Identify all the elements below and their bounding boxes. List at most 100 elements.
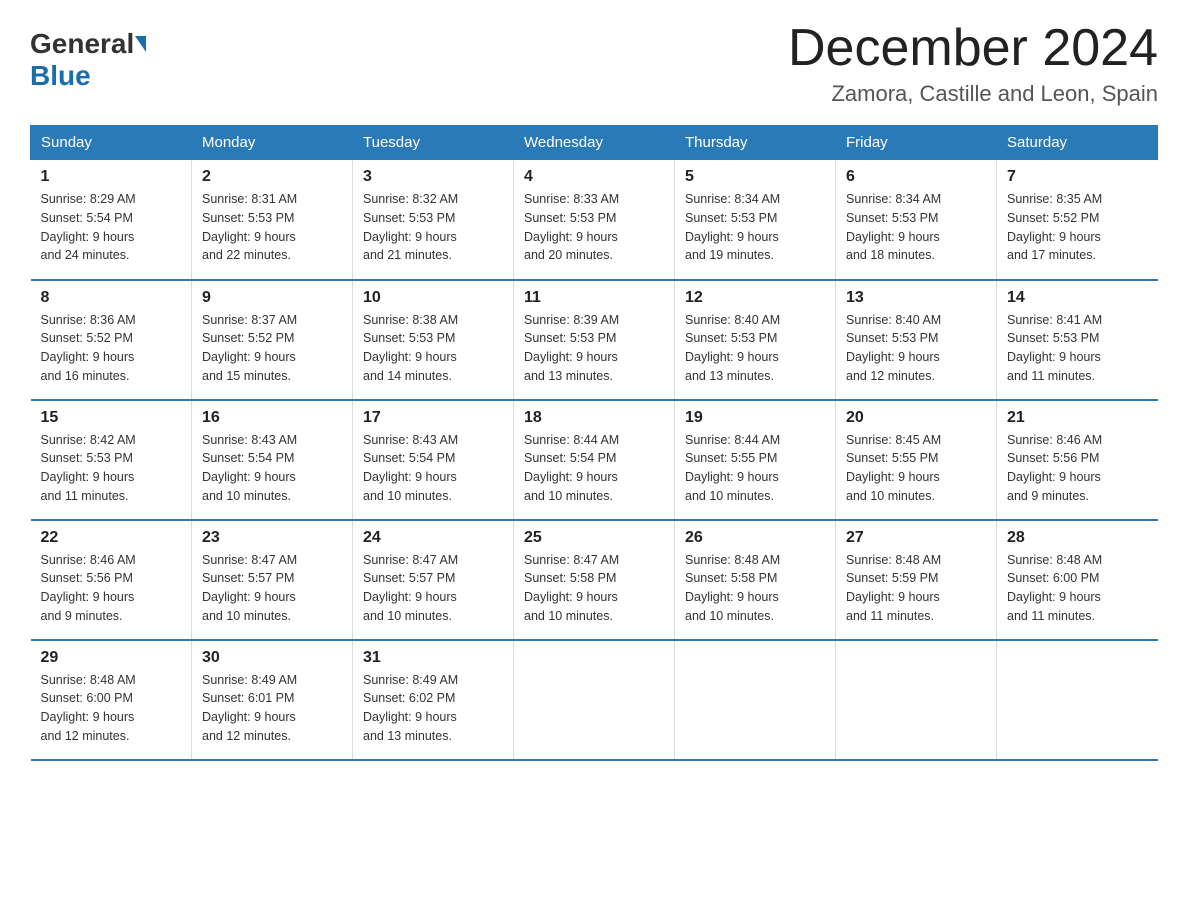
day-info: Sunrise: 8:47 AM Sunset: 5:57 PM Dayligh…	[363, 553, 458, 623]
calendar-week-row: 29 Sunrise: 8:48 AM Sunset: 6:00 PM Dayl…	[31, 640, 1158, 760]
day-info: Sunrise: 8:48 AM Sunset: 6:00 PM Dayligh…	[41, 673, 136, 743]
calendar-cell: 11 Sunrise: 8:39 AM Sunset: 5:53 PM Dayl…	[514, 280, 675, 400]
day-info: Sunrise: 8:31 AM Sunset: 5:53 PM Dayligh…	[202, 192, 297, 262]
day-number: 29	[41, 649, 182, 667]
calendar-body: 1 Sunrise: 8:29 AM Sunset: 5:54 PM Dayli…	[31, 160, 1158, 760]
calendar-cell: 26 Sunrise: 8:48 AM Sunset: 5:58 PM Dayl…	[675, 520, 836, 640]
day-number: 25	[524, 529, 664, 547]
calendar-cell: 30 Sunrise: 8:49 AM Sunset: 6:01 PM Dayl…	[192, 640, 353, 760]
calendar-cell: 1 Sunrise: 8:29 AM Sunset: 5:54 PM Dayli…	[31, 160, 192, 280]
col-saturday: Saturday	[997, 126, 1158, 160]
logo: General Blue	[30, 20, 146, 92]
day-number: 30	[202, 649, 342, 667]
logo-general-text: General	[30, 28, 134, 60]
calendar-cell: 13 Sunrise: 8:40 AM Sunset: 5:53 PM Dayl…	[836, 280, 997, 400]
day-info: Sunrise: 8:34 AM Sunset: 5:53 PM Dayligh…	[685, 192, 780, 262]
day-info: Sunrise: 8:43 AM Sunset: 5:54 PM Dayligh…	[202, 433, 297, 503]
day-info: Sunrise: 8:45 AM Sunset: 5:55 PM Dayligh…	[846, 433, 941, 503]
day-number: 8	[41, 289, 182, 307]
day-number: 2	[202, 168, 342, 186]
calendar-cell: 18 Sunrise: 8:44 AM Sunset: 5:54 PM Dayl…	[514, 400, 675, 520]
day-info: Sunrise: 8:40 AM Sunset: 5:53 PM Dayligh…	[685, 313, 780, 383]
day-info: Sunrise: 8:40 AM Sunset: 5:53 PM Dayligh…	[846, 313, 941, 383]
calendar-table: Sunday Monday Tuesday Wednesday Thursday…	[30, 125, 1158, 761]
day-number: 28	[1007, 529, 1148, 547]
calendar-cell: 25 Sunrise: 8:47 AM Sunset: 5:58 PM Dayl…	[514, 520, 675, 640]
col-wednesday: Wednesday	[514, 126, 675, 160]
day-info: Sunrise: 8:39 AM Sunset: 5:53 PM Dayligh…	[524, 313, 619, 383]
day-number: 22	[41, 529, 182, 547]
day-info: Sunrise: 8:49 AM Sunset: 6:01 PM Dayligh…	[202, 673, 297, 743]
logo-triangle-icon	[135, 36, 146, 52]
calendar-cell: 3 Sunrise: 8:32 AM Sunset: 5:53 PM Dayli…	[353, 160, 514, 280]
day-info: Sunrise: 8:38 AM Sunset: 5:53 PM Dayligh…	[363, 313, 458, 383]
calendar-cell	[836, 640, 997, 760]
col-thursday: Thursday	[675, 126, 836, 160]
day-info: Sunrise: 8:37 AM Sunset: 5:52 PM Dayligh…	[202, 313, 297, 383]
calendar-cell: 2 Sunrise: 8:31 AM Sunset: 5:53 PM Dayli…	[192, 160, 353, 280]
calendar-cell: 16 Sunrise: 8:43 AM Sunset: 5:54 PM Dayl…	[192, 400, 353, 520]
day-info: Sunrise: 8:49 AM Sunset: 6:02 PM Dayligh…	[363, 673, 458, 743]
day-number: 18	[524, 409, 664, 427]
calendar-header: Sunday Monday Tuesday Wednesday Thursday…	[31, 126, 1158, 160]
calendar-cell: 31 Sunrise: 8:49 AM Sunset: 6:02 PM Dayl…	[353, 640, 514, 760]
day-info: Sunrise: 8:44 AM Sunset: 5:54 PM Dayligh…	[524, 433, 619, 503]
day-number: 27	[846, 529, 986, 547]
day-number: 4	[524, 168, 664, 186]
day-number: 6	[846, 168, 986, 186]
day-info: Sunrise: 8:29 AM Sunset: 5:54 PM Dayligh…	[41, 192, 136, 262]
day-info: Sunrise: 8:42 AM Sunset: 5:53 PM Dayligh…	[41, 433, 136, 503]
calendar-cell	[675, 640, 836, 760]
days-of-week-row: Sunday Monday Tuesday Wednesday Thursday…	[31, 126, 1158, 160]
col-friday: Friday	[836, 126, 997, 160]
calendar-cell: 19 Sunrise: 8:44 AM Sunset: 5:55 PM Dayl…	[675, 400, 836, 520]
calendar-cell	[997, 640, 1158, 760]
title-block: December 2024 Zamora, Castille and Leon,…	[788, 20, 1158, 107]
calendar-cell: 20 Sunrise: 8:45 AM Sunset: 5:55 PM Dayl…	[836, 400, 997, 520]
calendar-cell: 10 Sunrise: 8:38 AM Sunset: 5:53 PM Dayl…	[353, 280, 514, 400]
day-info: Sunrise: 8:47 AM Sunset: 5:57 PM Dayligh…	[202, 553, 297, 623]
calendar-cell: 23 Sunrise: 8:47 AM Sunset: 5:57 PM Dayl…	[192, 520, 353, 640]
calendar-cell: 24 Sunrise: 8:47 AM Sunset: 5:57 PM Dayl…	[353, 520, 514, 640]
calendar-cell: 8 Sunrise: 8:36 AM Sunset: 5:52 PM Dayli…	[31, 280, 192, 400]
day-info: Sunrise: 8:41 AM Sunset: 5:53 PM Dayligh…	[1007, 313, 1102, 383]
location-subtitle: Zamora, Castille and Leon, Spain	[788, 81, 1158, 107]
calendar-cell: 21 Sunrise: 8:46 AM Sunset: 5:56 PM Dayl…	[997, 400, 1158, 520]
calendar-cell: 6 Sunrise: 8:34 AM Sunset: 5:53 PM Dayli…	[836, 160, 997, 280]
day-number: 7	[1007, 168, 1148, 186]
day-number: 20	[846, 409, 986, 427]
day-number: 14	[1007, 289, 1148, 307]
day-info: Sunrise: 8:48 AM Sunset: 5:59 PM Dayligh…	[846, 553, 941, 623]
col-sunday: Sunday	[31, 126, 192, 160]
day-number: 9	[202, 289, 342, 307]
calendar-week-row: 8 Sunrise: 8:36 AM Sunset: 5:52 PM Dayli…	[31, 280, 1158, 400]
day-info: Sunrise: 8:48 AM Sunset: 6:00 PM Dayligh…	[1007, 553, 1102, 623]
day-info: Sunrise: 8:46 AM Sunset: 5:56 PM Dayligh…	[41, 553, 136, 623]
day-number: 24	[363, 529, 503, 547]
day-number: 15	[41, 409, 182, 427]
day-number: 13	[846, 289, 986, 307]
day-number: 11	[524, 289, 664, 307]
day-number: 21	[1007, 409, 1148, 427]
calendar-cell: 9 Sunrise: 8:37 AM Sunset: 5:52 PM Dayli…	[192, 280, 353, 400]
day-info: Sunrise: 8:46 AM Sunset: 5:56 PM Dayligh…	[1007, 433, 1102, 503]
day-number: 31	[363, 649, 503, 667]
month-title: December 2024	[788, 20, 1158, 77]
day-info: Sunrise: 8:47 AM Sunset: 5:58 PM Dayligh…	[524, 553, 619, 623]
day-info: Sunrise: 8:33 AM Sunset: 5:53 PM Dayligh…	[524, 192, 619, 262]
day-number: 23	[202, 529, 342, 547]
calendar-cell	[514, 640, 675, 760]
logo-blue-text: Blue	[30, 60, 91, 91]
calendar-cell: 12 Sunrise: 8:40 AM Sunset: 5:53 PM Dayl…	[675, 280, 836, 400]
calendar-cell: 27 Sunrise: 8:48 AM Sunset: 5:59 PM Dayl…	[836, 520, 997, 640]
calendar-cell: 5 Sunrise: 8:34 AM Sunset: 5:53 PM Dayli…	[675, 160, 836, 280]
day-number: 3	[363, 168, 503, 186]
day-number: 16	[202, 409, 342, 427]
day-number: 19	[685, 409, 825, 427]
col-monday: Monday	[192, 126, 353, 160]
calendar-week-row: 15 Sunrise: 8:42 AM Sunset: 5:53 PM Dayl…	[31, 400, 1158, 520]
calendar-cell: 28 Sunrise: 8:48 AM Sunset: 6:00 PM Dayl…	[997, 520, 1158, 640]
calendar-cell: 4 Sunrise: 8:33 AM Sunset: 5:53 PM Dayli…	[514, 160, 675, 280]
day-info: Sunrise: 8:43 AM Sunset: 5:54 PM Dayligh…	[363, 433, 458, 503]
page-header: General Blue December 2024 Zamora, Casti…	[30, 20, 1158, 107]
